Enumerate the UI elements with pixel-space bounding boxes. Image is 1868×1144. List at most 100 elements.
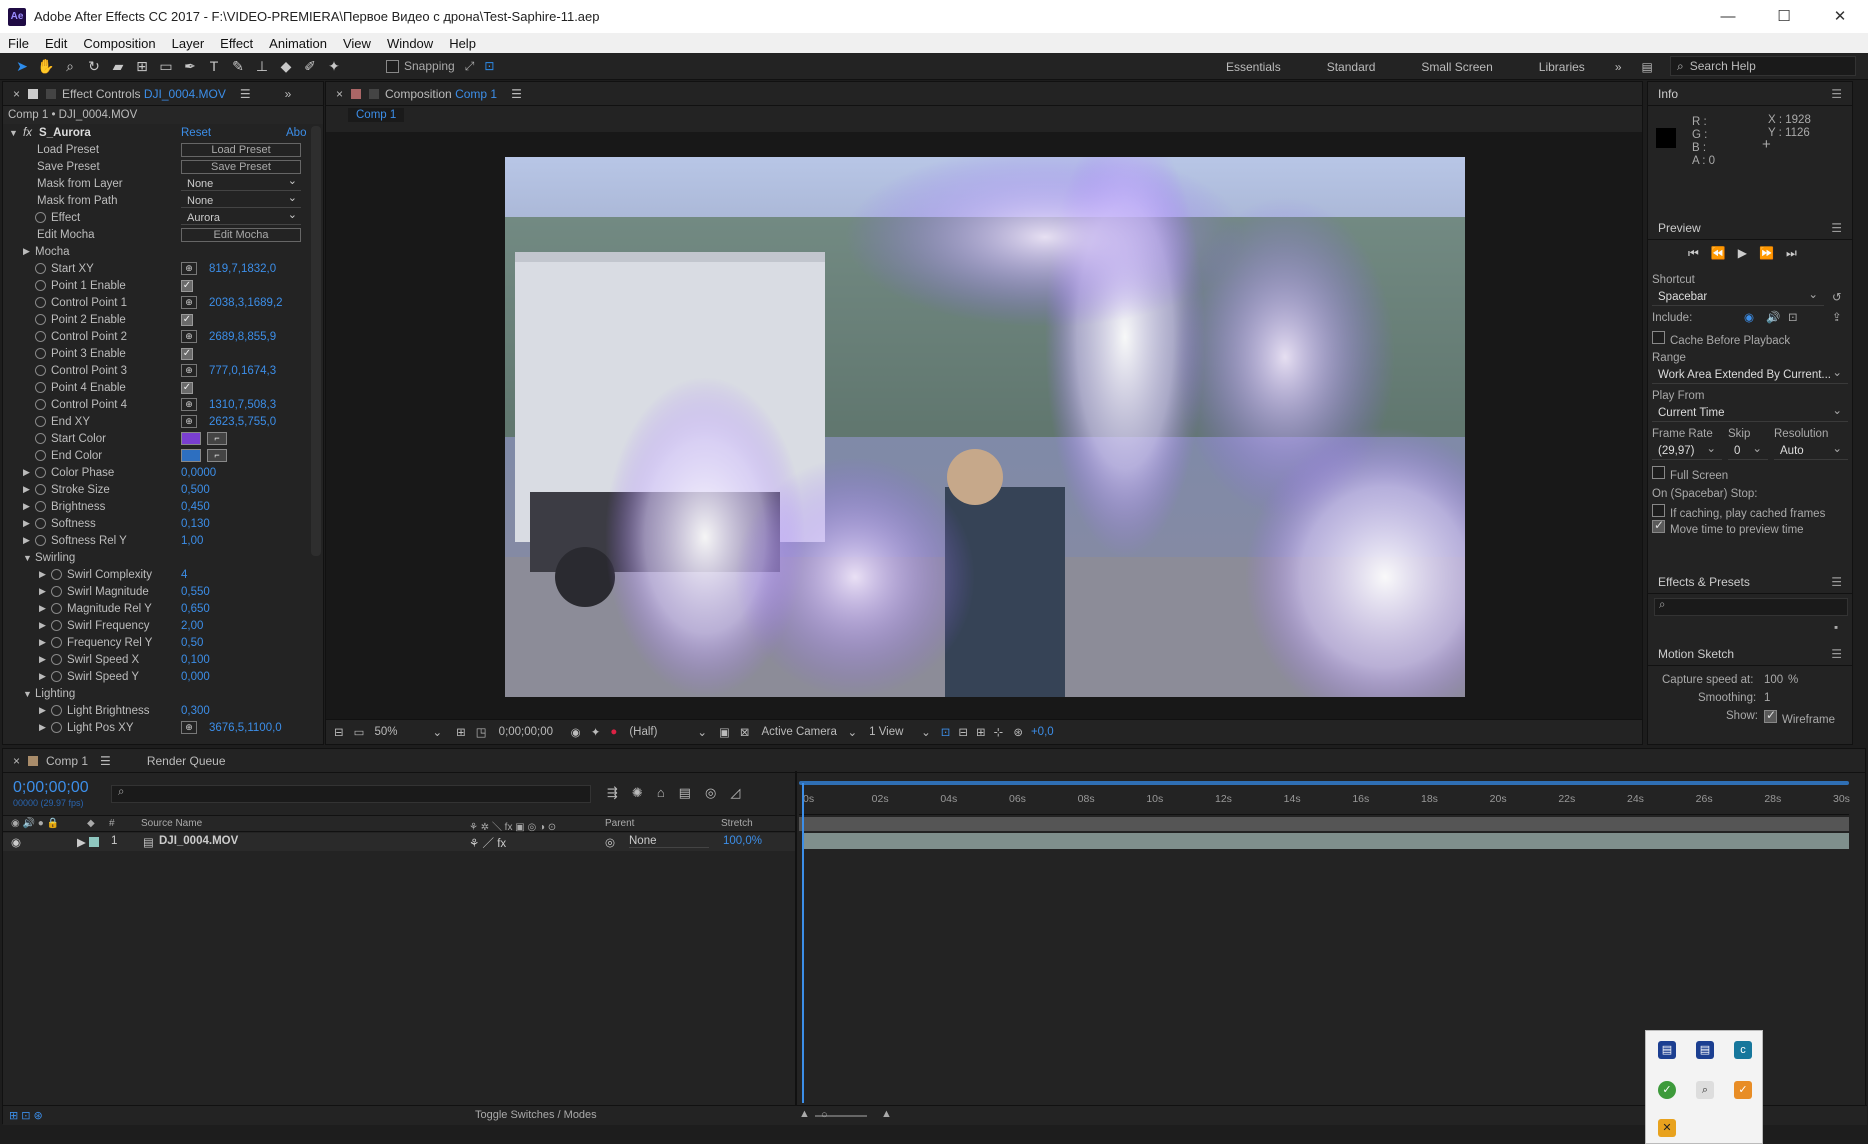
effect-row-end-color[interactable]: End Color ⌐ [3,447,323,464]
tray-app-icon-3[interactable]: c [1734,1041,1752,1059]
effect-row-swirl-complexity[interactable]: ▶ Swirl Complexity 4 [3,566,323,583]
play-icon[interactable]: ▶ [1738,246,1747,261]
stopwatch-icon[interactable] [35,501,46,512]
menu-window[interactable]: Window [379,36,441,51]
include-audio-icon[interactable]: 🔊 [1766,310,1780,324]
property-checkbox[interactable]: ✓ [181,279,193,292]
crosshair-point-icon[interactable]: ⊕ [181,415,197,428]
info-panel-header[interactable]: Info ☰ [1648,82,1852,106]
flowchart-icon[interactable]: ⊹ [994,725,1004,739]
effect-row-save-preset[interactable]: Save Preset Save Preset [3,158,323,175]
resolution-preview-dropdown[interactable]: Auto [1774,440,1848,460]
move-time-checkbox[interactable] [1652,518,1665,533]
effect-row-load-preset[interactable]: Load Preset Load Preset [3,141,323,158]
crosshair-point-icon[interactable]: ⊕ [181,721,197,734]
camera-dropdown[interactable]: Active Camera [761,726,847,738]
stopwatch-icon[interactable] [51,620,62,631]
motion-sketch-menu-icon[interactable]: ☰ [1831,647,1842,661]
fast-preview-icon[interactable]: ⊡ [941,725,951,739]
roto-brush-tool-icon[interactable]: ✐ [298,55,322,77]
snapshot-icon[interactable]: ◉ [571,725,581,739]
property-value[interactable]: 2038,3,1689,2 [209,297,283,309]
layer-expand-icon[interactable]: ▶ [77,835,86,849]
layer-name[interactable]: DJI_0004.MOV [159,835,238,847]
effect-row-mocha[interactable]: ▶ Mocha [3,243,323,260]
crosshair-point-icon[interactable]: ⊕ [181,364,197,377]
property-button[interactable]: Edit Mocha [181,227,301,242]
effect-row-control-point-3[interactable]: Control Point 3 ⊕ 777,0,1674,3 [3,362,323,379]
comp-subtab[interactable]: Comp 1 [348,108,405,122]
stopwatch-icon[interactable] [51,671,62,682]
skip-dropdown[interactable]: 0 [1728,440,1768,460]
stopwatch-icon[interactable] [35,280,46,291]
property-value[interactable]: 1,00 [181,535,203,547]
expand-triangle-icon[interactable]: ▶ [23,467,30,478]
tray-app-icon-7[interactable]: ✕ [1658,1119,1676,1137]
stopwatch-icon[interactable] [35,331,46,342]
mask-icon[interactable]: ◳ [476,725,487,739]
preview-menu-icon[interactable]: ☰ [1831,221,1842,235]
effect-row-swirl-speed-x[interactable]: ▶ Swirl Speed X 0,100 [3,651,323,668]
crosshair-point-icon[interactable]: ⊕ [181,262,197,275]
search-help-field[interactable]: ⌕ Search Help [1670,56,1856,76]
toggle-switches-modes[interactable]: Toggle Switches / Modes [475,1109,597,1121]
views-dropdown[interactable]: 1 View [869,726,921,738]
resolution-chevron-icon[interactable]: ⌄ [697,725,707,739]
property-value[interactable]: 0,0000 [181,467,216,479]
effect-row-edit-mocha[interactable]: Edit Mocha Edit Mocha [3,226,323,243]
wireframe-checkbox[interactable] [1764,708,1777,723]
collapse-triangle-icon[interactable]: ▼ [9,128,18,138]
expand-triangle-icon[interactable]: ▶ [39,637,46,648]
effect-row-end-xy[interactable]: End XY ⊕ 2623,5,755,0 [3,413,323,430]
exposure-value[interactable]: +0,0 [1031,726,1054,738]
timeline-timecode[interactable]: 0;00;00;00 [13,779,89,797]
pan-behind-tool-icon[interactable]: ⊞ [130,55,154,77]
comp-lock-icon[interactable] [351,88,362,99]
color-swatch[interactable] [181,432,201,445]
time-ruler[interactable]: 0s 02s 04s 06s 08s 10s 12s 14s 16s 18s 20s 22s 24s 26… [799,787,1850,815]
stopwatch-icon[interactable] [35,382,46,393]
reset-exposure-icon[interactable]: ⊛ [1013,725,1023,739]
minimize-icon[interactable]: — [1700,0,1756,33]
resolution-dropdown[interactable]: (Half) [629,726,697,738]
expand-triangle-icon[interactable]: ▶ [39,586,46,597]
effects-presets-menu-icon[interactable]: ☰ [1831,575,1842,589]
effect-row-light-pos-xy[interactable]: ▶ Light Pos XY ⊕ 3676,5,1100,0 [3,719,323,736]
zoom-dropdown[interactable]: 50% [375,726,433,738]
transparency-grid-icon[interactable]: ⊠ [740,725,750,739]
hand-tool-icon[interactable]: ✋ [34,55,58,77]
shortcut-dropdown[interactable]: Spacebar [1652,286,1824,306]
effect-row-start-color[interactable]: Start Color ⌐ [3,430,323,447]
stopwatch-icon[interactable] [35,484,46,495]
frame-rate-dropdown[interactable]: (29,97) [1652,440,1722,460]
composition-tab[interactable]: × Composition Comp 1 ☰ [326,82,1642,106]
layer-visibility-icon[interactable]: ◉ [11,835,21,849]
property-button[interactable]: Load Preset [181,142,301,157]
composition-name[interactable]: Comp 1 [455,87,497,101]
clone-stamp-tool-icon[interactable]: ⊥ [250,55,274,77]
stopwatch-icon[interactable] [51,586,62,597]
color-swatch[interactable] [181,449,201,462]
motion-blur-icon[interactable]: ◎ [705,785,716,801]
stopwatch-icon[interactable] [51,569,62,580]
zoom-slider-handle[interactable]: ○ [821,1109,828,1121]
region-of-interest-icon[interactable]: ▣ [719,725,730,739]
brush-tool-icon[interactable]: ✎ [226,55,250,77]
effect-row-effect[interactable]: Effect Aurora [3,208,323,226]
close-icon[interactable]: ✕ [1812,0,1868,33]
effect-row-light-brightness[interactable]: ▶ Light Brightness 0,300 [3,702,323,719]
comp-flowchart-icon[interactable]: ⊞ [976,725,986,739]
lock-icon[interactable] [28,88,39,99]
expand-triangle-icon[interactable]: ▶ [39,569,46,580]
menu-animation[interactable]: Animation [261,36,335,51]
effect-row-frequency-rel-y[interactable]: ▶ Frequency Rel Y 0,50 [3,634,323,651]
next-frame-icon[interactable]: ⏩ [1759,246,1774,261]
workspace-small-screen[interactable]: Small Screen [1421,60,1492,74]
stopwatch-icon[interactable] [35,433,46,444]
property-dropdown[interactable]: None [181,174,301,191]
layer-label-swatch[interactable] [89,837,99,847]
effect-row-color-phase[interactable]: ▶ Color Phase 0,0000 [3,464,323,481]
effect-row-point-3-enable[interactable]: Point 3 Enable ✓ [3,345,323,362]
effect-row-control-point-1[interactable]: Control Point 1 ⊕ 2038,3,1689,2 [3,294,323,311]
effect-row-mask-from-path[interactable]: Mask from Path None [3,191,323,209]
